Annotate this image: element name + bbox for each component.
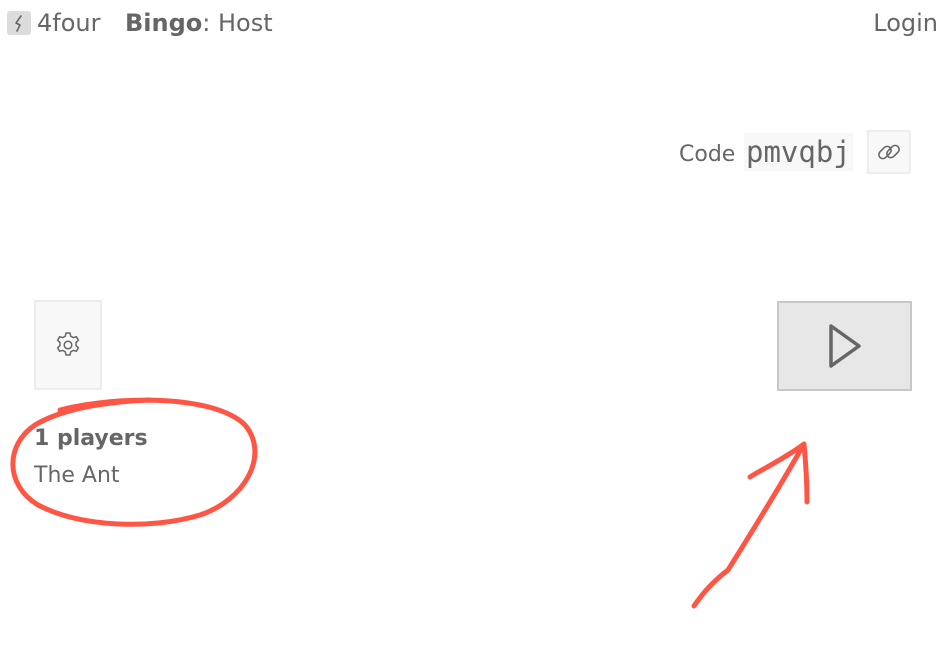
brand-link[interactable]: 4four (37, 8, 100, 38)
players-count: 1 players (34, 426, 148, 451)
page-title: Bingo: Host (125, 8, 273, 38)
login-link[interactable]: Login (873, 8, 938, 38)
code-label: Code (679, 142, 736, 167)
role-label: Host (210, 9, 273, 37)
annotation-arrow (691, 441, 810, 609)
game-name: Bingo (125, 9, 203, 37)
settings-button[interactable] (34, 300, 102, 390)
app-root: 4four Bingo: Host Login Code pmvqbj 1 pl… (0, 0, 942, 655)
copy-link-button[interactable] (867, 130, 911, 174)
player-list-item: The Ant (34, 463, 120, 488)
logo-icon[interactable] (7, 11, 31, 35)
gear-icon (56, 332, 80, 356)
link-icon (878, 144, 900, 160)
play-icon (828, 324, 861, 368)
start-game-button[interactable] (777, 301, 912, 391)
session-code: pmvqbj (744, 133, 853, 171)
